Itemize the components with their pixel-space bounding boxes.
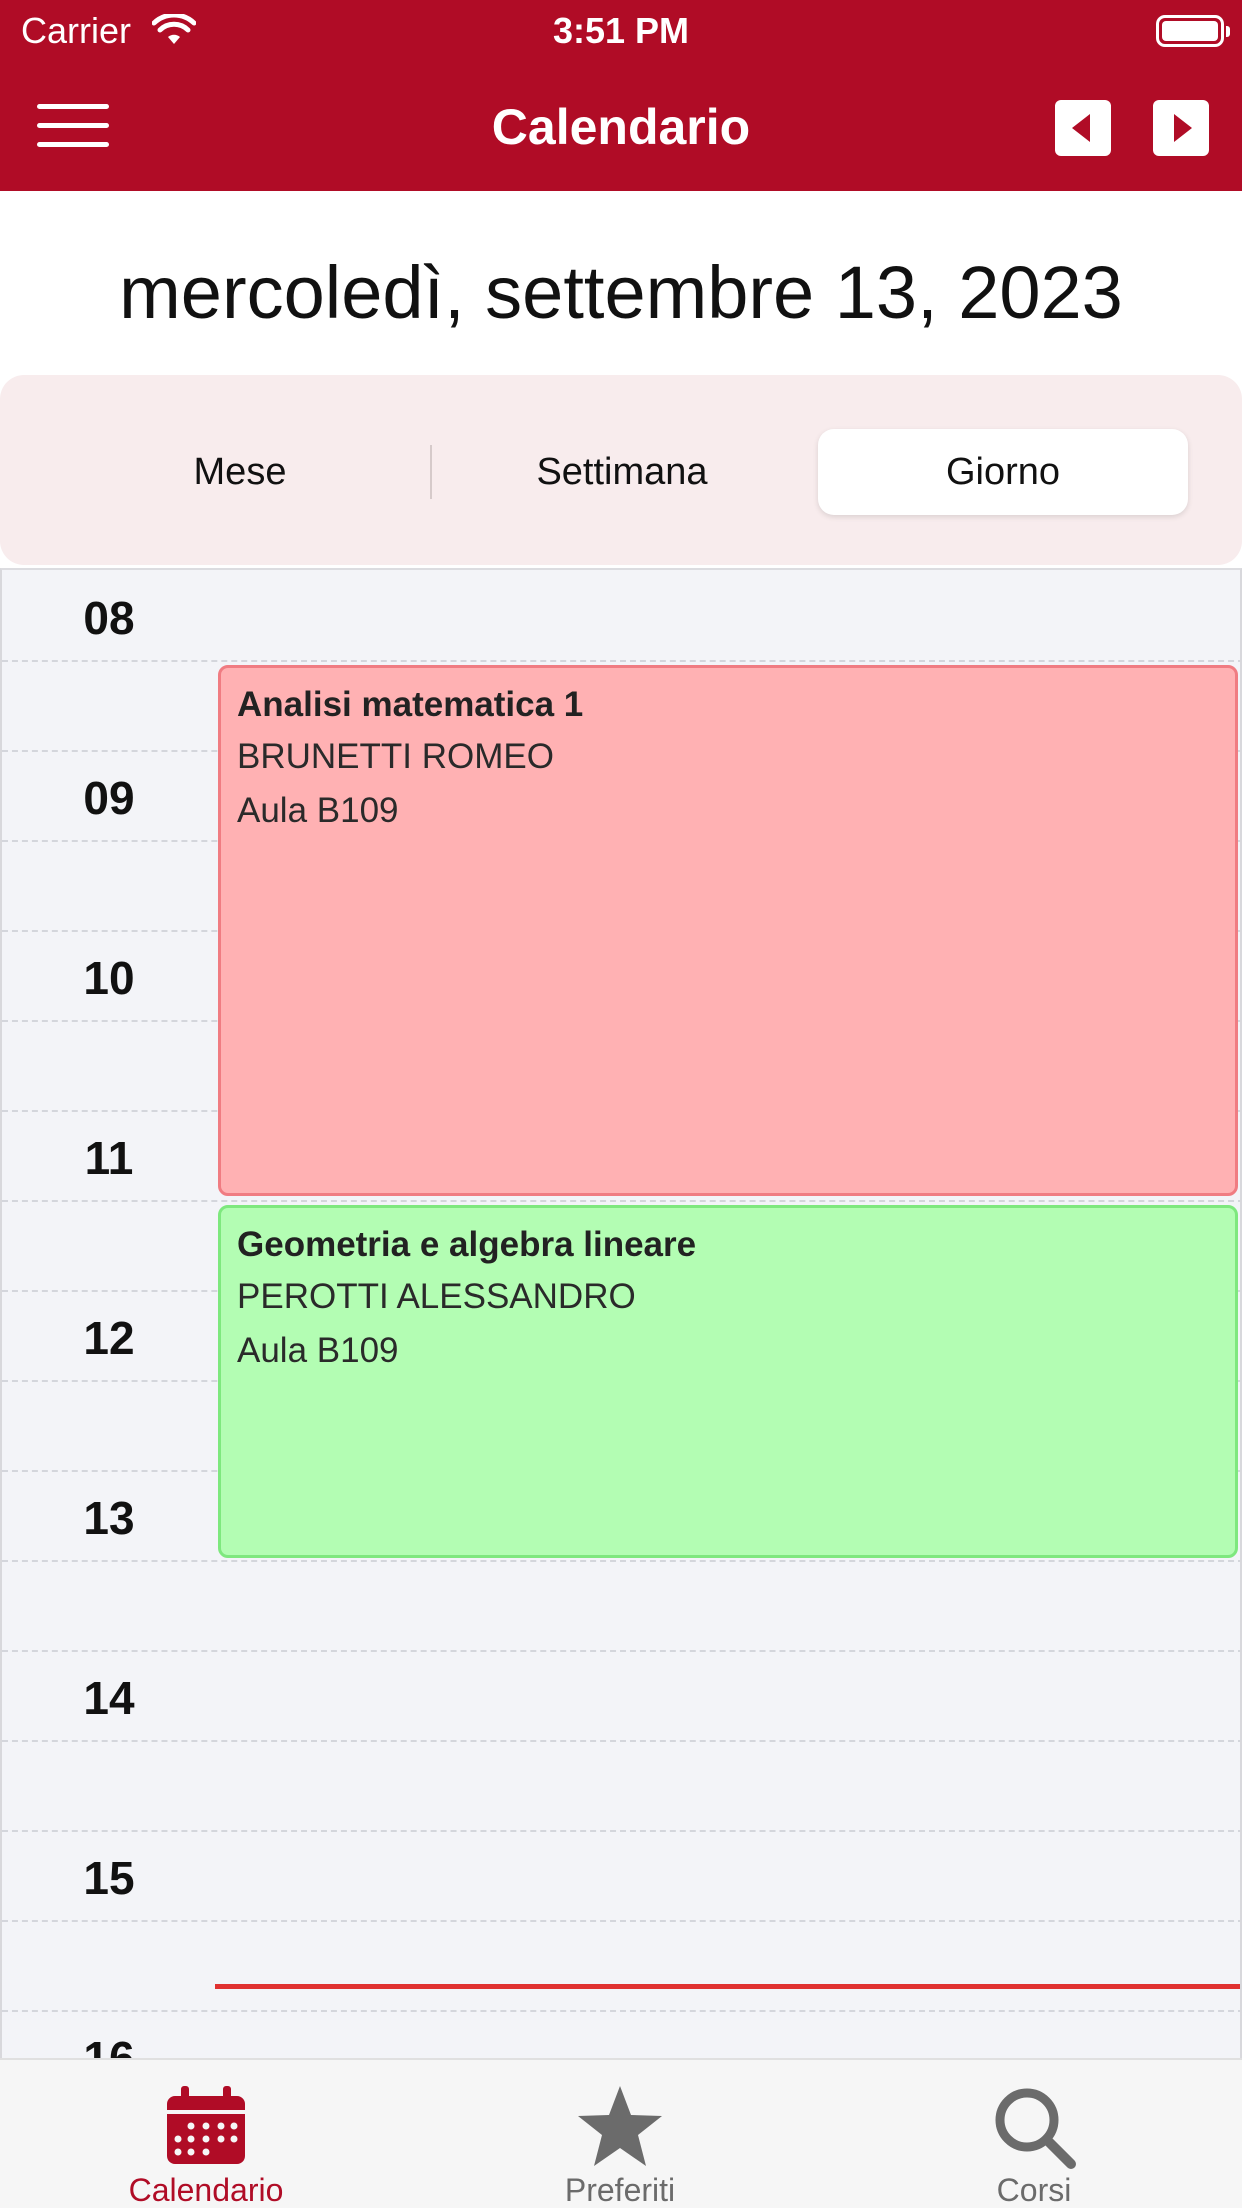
event-analisi-matematica[interactable]: Analisi matematica 1 BRUNETTI ROMEO Aula… [218, 665, 1238, 1196]
date-heading: mercoledì, settembre 13, 2023 [119, 251, 1123, 334]
event-title: Geometria e algebra lineare [237, 1225, 697, 1264]
event-geometria-algebra[interactable]: Geometria e algebra lineare PEROTTI ALES… [218, 1205, 1238, 1558]
tab-preferiti[interactable]: Preferiti [470, 2072, 770, 2208]
hour-label: 16 [83, 2032, 135, 2058]
view-switcher: Mese Settimana Giorno [0, 375, 1242, 565]
calendar-icon [167, 2086, 245, 2164]
tab-bar: Calendario Preferiti Corsi [0, 2058, 1242, 2208]
grid-line [2, 1560, 1240, 1562]
segment-day[interactable]: Giorno [818, 429, 1188, 515]
grid-line [2, 1830, 1240, 1832]
previous-day-button[interactable] [1055, 100, 1111, 156]
tab-label: Preferiti [564, 2172, 676, 2208]
hour-label: 10 [83, 952, 135, 1004]
grid-line [2, 1200, 1240, 1202]
hour-label: 12 [83, 1312, 135, 1364]
current-time-indicator [215, 1984, 1240, 1989]
event-teacher: BRUNETTI ROMEO [237, 737, 554, 776]
hour-label: 15 [83, 1852, 135, 1904]
segment-week[interactable]: Settimana [432, 429, 812, 515]
event-room: Aula B109 [237, 791, 399, 830]
next-day-button[interactable] [1153, 100, 1209, 156]
tab-corsi[interactable]: Corsi [884, 2072, 1184, 2208]
grid-line [2, 2010, 1240, 2012]
caret-left-icon [1072, 114, 1090, 142]
grid-line [2, 1920, 1240, 1922]
hour-label: 09 [83, 772, 135, 824]
grid-line [2, 660, 1240, 662]
event-title: Analisi matematica 1 [237, 685, 584, 724]
star-icon [578, 2086, 662, 2166]
hour-label: 11 [84, 1132, 134, 1184]
status-time: 3:51 PM [552, 10, 690, 51]
search-icon [995, 2088, 1076, 2169]
status-bar: Carrier 3:51 PM [0, 0, 1242, 64]
tab-label: Corsi [996, 2172, 1072, 2208]
tab-label: Calendario [128, 2172, 284, 2208]
hour-label: 08 [83, 592, 135, 644]
tab-calendario[interactable]: Calendario [56, 2072, 356, 2208]
grid-line [2, 1740, 1240, 1742]
hour-label: 14 [83, 1672, 135, 1724]
event-teacher: PEROTTI ALESSANDRO [237, 1277, 636, 1316]
day-timeline[interactable]: 08 09 10 11 12 13 14 15 16 Analisi matem… [0, 568, 1242, 2058]
caret-right-icon [1174, 114, 1192, 142]
app-header: Carrier 3:51 PM Calendario [0, 0, 1242, 191]
segment-month[interactable]: Mese [50, 429, 430, 515]
grid-line [2, 1650, 1240, 1652]
battery-icon [1156, 15, 1230, 47]
event-room: Aula B109 [237, 1331, 399, 1370]
hour-label: 13 [83, 1492, 135, 1544]
